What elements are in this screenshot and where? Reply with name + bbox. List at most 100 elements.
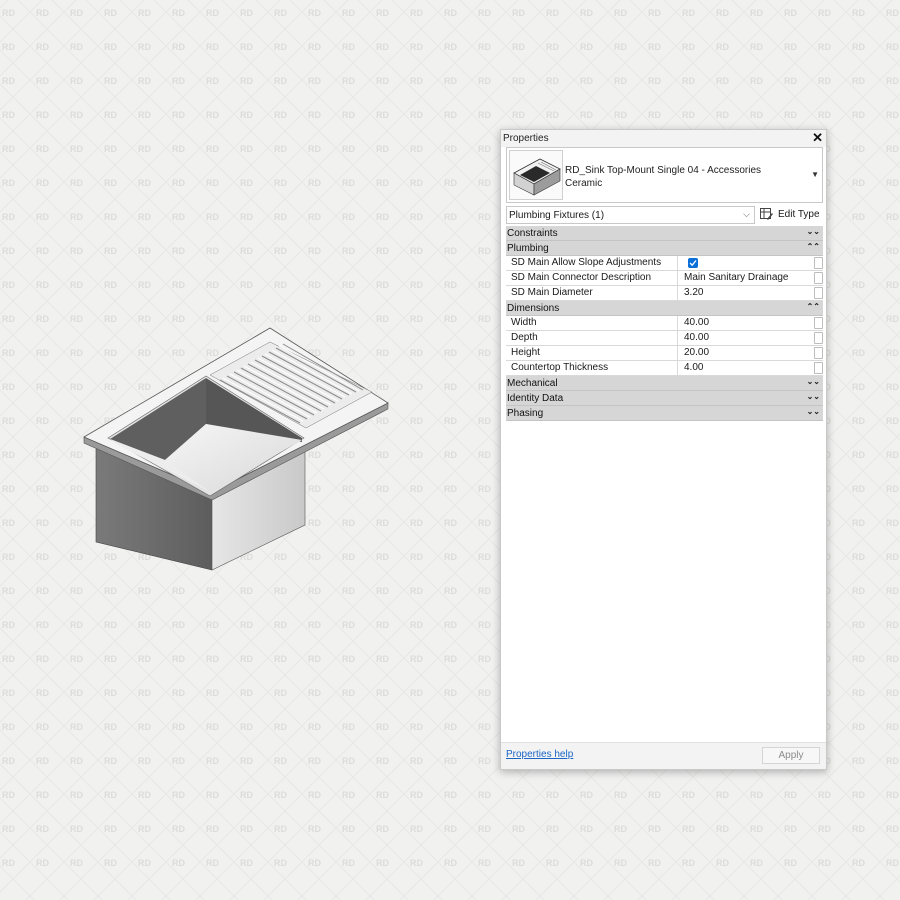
group-dimensions[interactable]: Dimensions ⌃⌃ [506, 301, 823, 316]
watermark-text: RD [410, 518, 423, 528]
watermark-text: RD [2, 518, 15, 528]
watermark-text: RD [478, 484, 491, 494]
instance-filter-dropdown[interactable]: Plumbing Fixtures (1) ⌵ [506, 206, 755, 224]
watermark-text: RD [614, 790, 627, 800]
type-selector[interactable]: RD_Sink Top-Mount Single 04 - Accessorie… [506, 147, 823, 203]
watermark-text: RD [342, 620, 355, 630]
associate-parameter-button[interactable] [814, 347, 823, 359]
property-value[interactable]: 40.00 [684, 316, 709, 330]
expand-icon[interactable]: ⌄⌄ [807, 407, 820, 416]
watermark-text: RD [478, 280, 491, 290]
watermark-text: RD [376, 654, 389, 664]
watermark-text: RD [852, 756, 865, 766]
watermark-text: RD [886, 348, 899, 358]
watermark-text: RD [342, 722, 355, 732]
property-value[interactable]: 4.00 [684, 361, 703, 375]
watermark-text: RD [410, 212, 423, 222]
edit-type-button[interactable]: Edit Type [759, 206, 823, 224]
watermark-text: RD [342, 790, 355, 800]
group-plumbing[interactable]: Plumbing ⌃⌃ [506, 241, 823, 256]
watermark-text: RD [648, 76, 661, 86]
watermark-text: RD [682, 110, 695, 120]
watermark-text: RD [410, 688, 423, 698]
watermark-text: RD [410, 552, 423, 562]
group-phasing[interactable]: Phasing ⌄⌄ [506, 406, 823, 421]
watermark-text: RD [342, 280, 355, 290]
watermark-text: RD [206, 8, 219, 18]
associate-parameter-button[interactable] [814, 332, 823, 344]
apply-button[interactable]: Apply [762, 747, 820, 764]
group-identity-data[interactable]: Identity Data ⌄⌄ [506, 391, 823, 406]
watermark-text: RD [36, 518, 49, 528]
watermark-text: RD [342, 654, 355, 664]
watermark-text: RD [274, 756, 287, 766]
property-value[interactable]: Main Sanitary Drainage [684, 271, 789, 285]
associate-parameter-button[interactable] [814, 257, 823, 269]
watermark-text: RD [70, 110, 83, 120]
watermark-text: RD [2, 382, 15, 392]
watermark-text: RD [852, 110, 865, 120]
watermark-text: RD [818, 858, 831, 868]
watermark-text: RD [478, 586, 491, 596]
type-family-name: RD_Sink Top-Mount Single 04 - Accessorie… [565, 165, 762, 176]
watermark-text: RD [172, 280, 185, 290]
watermark-text: RD [784, 824, 797, 834]
expand-icon[interactable]: ⌄⌄ [807, 227, 820, 236]
property-value[interactable]: 3.20 [684, 286, 703, 300]
group-mechanical[interactable]: Mechanical ⌄⌄ [506, 376, 823, 391]
watermark-text: RD [36, 858, 49, 868]
watermark-text: RD [852, 314, 865, 324]
watermark-text: RD [172, 8, 185, 18]
property-name: Depth [506, 331, 678, 345]
watermark-text: RD [240, 144, 253, 154]
associate-parameter-button[interactable] [814, 362, 823, 374]
close-icon[interactable]: ✕ [812, 130, 823, 146]
watermark-text: RD [478, 314, 491, 324]
watermark-text: RD [546, 790, 559, 800]
associate-parameter-button[interactable] [814, 272, 823, 284]
watermark-text: RD [2, 688, 15, 698]
watermark-text: RD [376, 212, 389, 222]
watermark-text: RD [444, 824, 457, 834]
dropdown-arrow-icon[interactable]: ▼ [811, 170, 819, 179]
group-label: Phasing [507, 408, 544, 419]
watermark-text: RD [2, 552, 15, 562]
watermark-text: RD [206, 246, 219, 256]
watermark-text: RD [444, 212, 457, 222]
watermark-text: RD [818, 790, 831, 800]
watermark-text: RD [478, 620, 491, 630]
associate-parameter-button[interactable] [814, 287, 823, 299]
watermark-text: RD [478, 144, 491, 154]
property-value[interactable]: 20.00 [684, 346, 709, 360]
watermark-text: RD [104, 212, 117, 222]
watermark-text: RD [444, 280, 457, 290]
watermark-text: RD [104, 824, 117, 834]
watermark-text: RD [206, 722, 219, 732]
watermark-text: RD [70, 586, 83, 596]
watermark-text: RD [682, 824, 695, 834]
associate-parameter-button[interactable] [814, 317, 823, 329]
expand-icon[interactable]: ⌄⌄ [807, 377, 820, 386]
allow-slope-checkbox[interactable] [688, 258, 698, 268]
collapse-icon[interactable]: ⌃⌃ [807, 242, 820, 251]
watermark-text: RD [410, 76, 423, 86]
watermark-text: RD [512, 790, 525, 800]
watermark-text: RD [104, 858, 117, 868]
group-constraints[interactable]: Constraints ⌄⌄ [506, 226, 823, 241]
watermark-text: RD [376, 858, 389, 868]
sink-3d-preview [83, 327, 389, 571]
watermark-text: RD [886, 212, 899, 222]
watermark-text: RD [886, 688, 899, 698]
properties-help-link[interactable]: Properties help [506, 749, 573, 760]
property-value[interactable]: 40.00 [684, 331, 709, 345]
watermark-text: RD [240, 858, 253, 868]
watermark-text: RD [240, 212, 253, 222]
watermark-text: RD [410, 824, 423, 834]
palette-titlebar[interactable]: Properties ✕ [501, 130, 826, 147]
watermark-text: RD [36, 42, 49, 52]
collapse-icon[interactable]: ⌃⌃ [807, 302, 820, 311]
watermark-text: RD [308, 212, 321, 222]
watermark-text: RD [274, 110, 287, 120]
watermark-text: RD [308, 654, 321, 664]
expand-icon[interactable]: ⌄⌄ [807, 392, 820, 401]
